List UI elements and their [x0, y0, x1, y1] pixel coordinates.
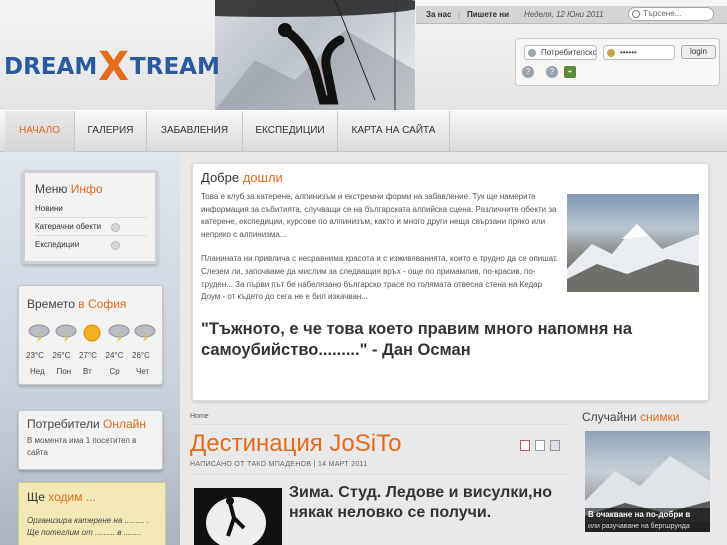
weather-temperature: 26°C	[132, 351, 150, 360]
article-divider	[190, 424, 570, 425]
welcome-text: Това е клуб за катерене, алпинизъм и екс…	[201, 191, 563, 304]
welcome-paragraph-1: Това е клуб за катерене, алпинизъм и екс…	[201, 192, 557, 239]
key-icon	[607, 49, 615, 57]
top-link-contact[interactable]: Пишете ни	[467, 10, 509, 19]
nav-item-sitemap[interactable]: КАРТА НА САЙТА	[338, 111, 450, 153]
weather-temperature: 24°C	[105, 351, 124, 360]
random-photo-subcaption: или разучаване на бергшрунда	[585, 522, 710, 532]
weather-temperature: 23°C	[26, 351, 44, 360]
menu-panel-title: Меню Инфо	[35, 182, 103, 196]
top-link-about[interactable]: За нас	[426, 10, 451, 19]
register-icon[interactable]: +	[564, 66, 576, 78]
weather-temperature: 27°C	[79, 351, 97, 360]
nav-item-expeditions[interactable]: ЕКСПЕДИЦИИ	[243, 111, 338, 153]
print-icon[interactable]	[535, 440, 545, 451]
menu-item-climbing[interactable]: Катерачни обекти	[35, 222, 101, 231]
club-panel-title: Ще ходим ...	[27, 490, 96, 504]
username-value: Потребителско	[541, 48, 597, 57]
pdf-icon[interactable]	[520, 440, 530, 451]
user-icon	[528, 49, 536, 57]
login-box: Потребителско •••••• login ? ? +	[515, 38, 720, 86]
random-photo-caption: В очакване на по-добри в	[585, 508, 710, 522]
article-headline: Зима. Студ. Ледове и висулки,но някак не…	[289, 484, 553, 521]
welcome-quote: "Тъжното, е че това което правим много н…	[201, 320, 633, 359]
menu-divider	[35, 217, 147, 218]
article-divider	[190, 474, 570, 475]
password-value: ••••••	[620, 48, 637, 57]
weather-panel-title: Времето в София	[27, 297, 127, 311]
current-date: Неделя, 12 Юни 2011	[524, 10, 604, 19]
nav-item-gallery[interactable]: ГАЛЕРИЯ	[75, 111, 147, 153]
forgot-username-icon[interactable]: ?	[546, 66, 558, 78]
welcome-paragraph-2: Планината ни привлича с несравнима красо…	[201, 254, 558, 302]
chevron-down-icon[interactable]	[111, 241, 120, 250]
menu-item-expeditions[interactable]: Експедиции	[35, 240, 79, 249]
search-input[interactable]: Търсене...	[628, 7, 714, 21]
password-field[interactable]: ••••••	[603, 45, 675, 60]
welcome-box: Добре дошли Това е клуб за катерене, алп…	[192, 163, 709, 401]
breadcrumb[interactable]: Home	[190, 413, 209, 420]
weather-day: Нед	[30, 367, 45, 376]
login-button[interactable]: login	[681, 45, 716, 59]
email-icon[interactable]	[550, 440, 560, 451]
club-panel-text: Организира катерене на ......... . Ще по…	[27, 516, 149, 537]
article-image[interactable]	[194, 488, 282, 545]
users-online-panel: Потребители Онлайн В момента има 1 посет…	[18, 410, 163, 470]
main-nav: НАЧАЛО ГАЛЕРИЯ ЗАБАВЛЕНИЯ ЕКСПЕДИЦИИ КАР…	[0, 110, 727, 153]
site-header: DREAMXTREAM За нас | Пишете ни Неделя, 1…	[0, 0, 727, 110]
storm-icon	[54, 322, 78, 344]
menu-divider	[35, 235, 147, 236]
storm-icon	[27, 322, 51, 344]
weather-day: Чет	[136, 367, 150, 376]
nav-item-entertainment[interactable]: ЗАБАВЛЕНИЯ	[147, 111, 243, 153]
nav-item-home[interactable]: НАЧАЛО	[5, 111, 75, 153]
storm-icon	[107, 322, 131, 344]
top-link-separator: |	[458, 10, 461, 19]
weather-day: Пон	[56, 367, 72, 376]
weather-day: Вт	[83, 367, 92, 376]
sun-icon	[80, 322, 104, 344]
search-icon	[632, 10, 640, 18]
club-panel: Ще ходим ... Организира катерене на ....…	[18, 482, 166, 545]
mountain-photo[interactable]	[567, 194, 699, 292]
menu-panel: Меню Инфо Новини Катерачни обекти Експед…	[22, 170, 158, 264]
random-photos-title: Случайни снимки	[582, 410, 680, 424]
users-panel-title: Потребители Онлайн	[27, 417, 146, 431]
welcome-title: Добре дошли	[201, 170, 283, 185]
header-hero-image	[215, 0, 415, 110]
weather-day: Ср	[109, 367, 120, 376]
search-placeholder: Търсене...	[643, 9, 682, 18]
chevron-down-icon[interactable]	[111, 223, 120, 232]
menu-item-news[interactable]: Новини	[35, 204, 63, 213]
article-title[interactable]: Дестинация JoSiTo	[190, 430, 401, 458]
storm-icon	[133, 322, 157, 344]
users-online-text: В момента има 1 посетител в сайта	[27, 436, 137, 457]
weather-temperature: 26°C	[52, 351, 71, 360]
forgot-password-icon[interactable]: ?	[522, 66, 534, 78]
site-logo[interactable]: DREAMXTREAM	[4, 38, 220, 90]
username-field[interactable]: Потребителско	[524, 45, 597, 60]
article-meta: НАПИСАНО ОТ ТАКО МПАДЕНОВ | 14 МАРТ 2011	[190, 461, 368, 468]
